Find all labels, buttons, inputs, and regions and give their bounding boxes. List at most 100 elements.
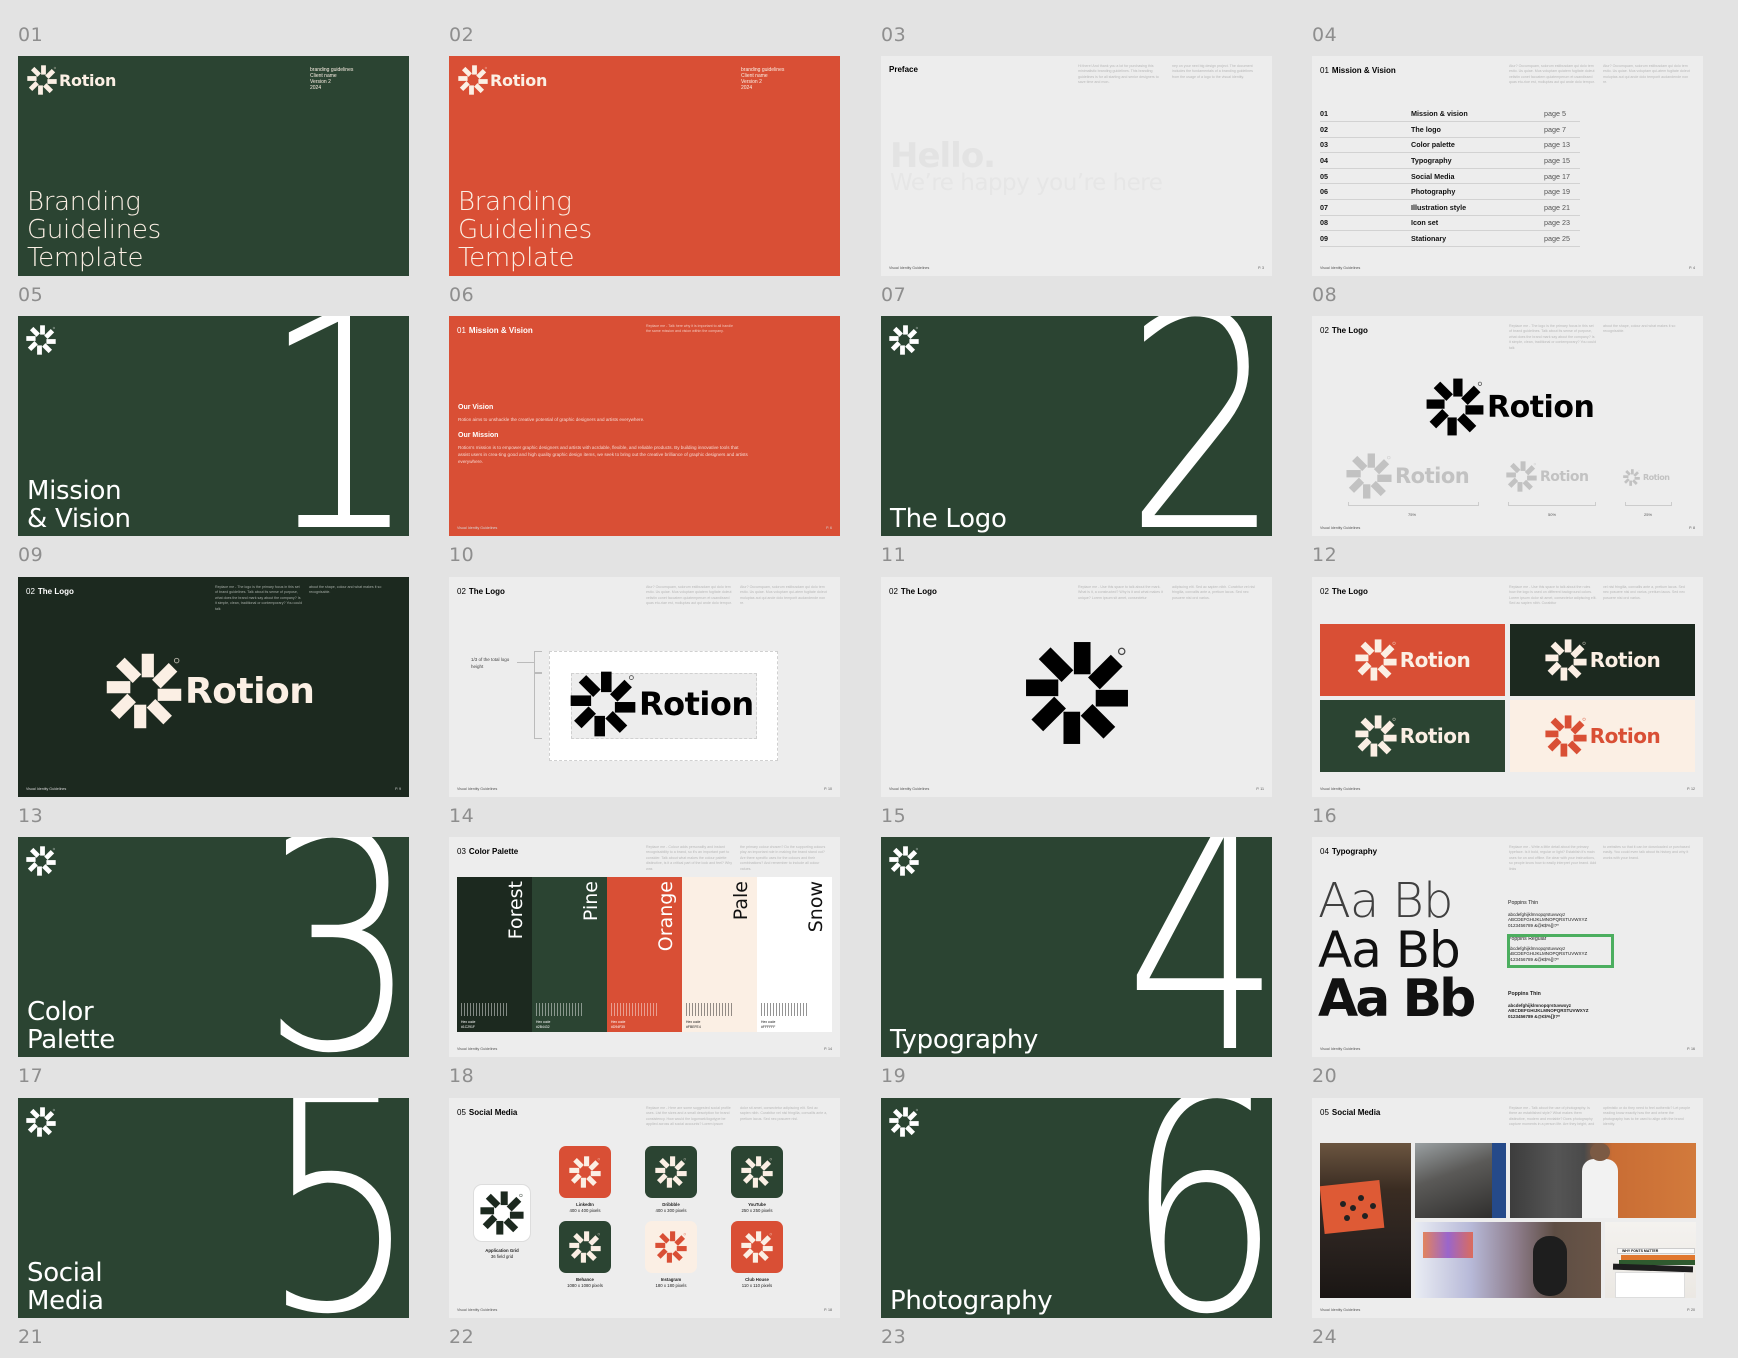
slide-footer: Visual Identity Guidelines <box>457 526 498 530</box>
toc-number: 01 <box>1320 106 1411 123</box>
title-line: Media <box>27 1286 104 1316</box>
slide-10-logo-clearspace[interactable]: 02 The Logo Atur? Occumquam, solorum esti… <box>449 577 840 797</box>
page-number: P. 9 <box>395 787 401 791</box>
hello-subtitle: We’re happy you’re here <box>890 170 1163 196</box>
slide-08-logo-scales[interactable]: 02 The Logo Replace me - The logo is the … <box>1312 316 1703 536</box>
hex-label: Hex code <box>761 1020 776 1025</box>
section-title: The Logo <box>890 505 1007 533</box>
slide-heading: 02 The Logo <box>889 587 937 596</box>
toc-title: The logo <box>1411 121 1544 138</box>
section-index: 02 <box>1320 326 1329 335</box>
photo-team-meeting <box>1415 1143 1506 1218</box>
profile-caption: YouTube 250 x 250 pixels <box>717 1202 797 1213</box>
slide-04-table-of-contents[interactable]: 01 Mission & Vision Atur? Occumquam, solo… <box>1312 56 1703 276</box>
toc-page: page 15 <box>1544 152 1580 169</box>
slide-overview-grid: 01 Rotion branding guidelines Client nam… <box>0 0 1738 1358</box>
scale-guide <box>1508 502 1596 506</box>
slide-18-social-media-icons[interactable]: 05 Social Media Replace me - Here are som… <box>449 1098 840 1318</box>
cover-title: Branding Guidelines Template <box>458 188 592 272</box>
slide-13-section-color[interactable]: 3 Color Palette <box>18 837 409 1057</box>
toc-number: 07 <box>1320 199 1411 216</box>
toc-row[interactable]: 03 Color palette page 13 <box>1320 137 1580 154</box>
slide-footer: Visual Identity Guidelines <box>457 1308 498 1312</box>
slide-11-logomark[interactable]: 02 The Logo Replace me - Use this space t… <box>881 577 1272 797</box>
logo-variant-pine: Rotion <box>1320 700 1505 772</box>
section-title: Color Palette <box>468 847 519 856</box>
slide-footer: Visual Identity Guidelines <box>1320 1308 1361 1312</box>
rotion-mark-icon <box>1355 639 1397 681</box>
vision-text: Rotion aims to unshackle the creative po… <box>458 417 645 422</box>
slide-number-label: 14 <box>449 805 475 827</box>
body-text-col1: Atur? Occumquam, solorum estibusdam qui … <box>646 585 732 606</box>
section-index: 05 <box>1320 1108 1329 1117</box>
toc-row[interactable]: 01 Mission & vision page 5 <box>1320 106 1580 123</box>
toc-page: page 5 <box>1544 106 1580 123</box>
slide-number-label: 21 <box>18 1326 44 1348</box>
section-title: The Logo <box>1331 326 1368 335</box>
brand-wordmark: Rotion <box>639 685 754 723</box>
selection-highlight-box[interactable] <box>1507 934 1614 968</box>
brand-logo: Rotion <box>458 65 547 95</box>
slide-12-logo-variants[interactable]: 02 The Logo Replace me - Use this space t… <box>1312 577 1703 797</box>
toc-page: page 13 <box>1544 137 1580 154</box>
slide-05-section-mission[interactable]: 1 Mission & Vision <box>18 316 409 536</box>
toc-row[interactable]: 08 Icon set page 23 <box>1320 215 1580 232</box>
rotion-mark-icon <box>1346 453 1392 499</box>
slide-heading: 01 Mission & Vision <box>457 326 533 335</box>
primary-logo: Rotion <box>1426 378 1595 436</box>
profile-size: 110 x 110 pixels <box>741 1282 773 1288</box>
toc-row[interactable]: 04 Typography page 15 <box>1320 152 1580 169</box>
profile-tile-club-house <box>731 1221 783 1273</box>
slide-03-preface[interactable]: Preface Hi there! And thank you a lot fo… <box>881 56 1272 276</box>
logo-variant-forest: Rotion <box>1510 624 1695 696</box>
slide-heading: 05 Social Media <box>457 1108 517 1117</box>
section-number: 4 <box>1124 837 1272 1057</box>
swatch-hex: Hex code #FFFFFF <box>761 1020 775 1029</box>
primary-logo: Rotion <box>570 671 754 737</box>
hex-value: #FBEFE4 <box>686 1024 701 1029</box>
slide-number-label: 10 <box>449 544 475 566</box>
section-index: 02 <box>1320 587 1329 596</box>
slide-09-logo-dark[interactable]: 02 The Logo Replace me - The logo is the … <box>18 577 409 797</box>
slide-heading: 05 Social Media <box>1320 1108 1380 1117</box>
toc-row[interactable]: 09 Stationary page 25 <box>1320 230 1580 247</box>
toc-row[interactable]: 05 Social Media page 17 <box>1320 168 1580 185</box>
slide-07-section-logo[interactable]: 2 The Logo <box>881 316 1272 536</box>
body-text-col1: Hi there! And thank you a lot for purcha… <box>1078 64 1159 85</box>
rotion-mark-icon <box>889 1107 919 1137</box>
slide-02-cover-orange[interactable]: Rotion branding guidelines Client name V… <box>449 56 840 276</box>
slide-17-section-social[interactable]: 5 Social Media <box>18 1098 409 1318</box>
slide-19-section-photography[interactable]: 6 Photography <box>881 1098 1272 1318</box>
slide-footer: Visual Identity Guidelines <box>1320 526 1361 530</box>
toc-page: page 19 <box>1544 183 1580 201</box>
swatch-hex: Hex code #FBEFE4 <box>686 1020 701 1029</box>
slide-01-cover-green[interactable]: Rotion branding guidelines Client name V… <box>18 56 409 276</box>
section-title: The Logo <box>468 587 505 596</box>
slide-number-label: 11 <box>881 544 907 566</box>
toc-row[interactable]: 02 The logo page 7 <box>1320 121 1580 138</box>
page-number: P. 12 <box>1687 787 1695 791</box>
section-index: 05 <box>457 1108 466 1117</box>
section-title: The Logo <box>37 587 74 596</box>
brand-wordmark: Rotion <box>1589 724 1661 748</box>
slide-06-mission-vision[interactable]: 01 Mission & Vision Replace me - Talk her… <box>449 316 840 536</box>
profile-caption: Instagram 180 x 180 pixels <box>631 1277 711 1288</box>
font-name: Poppins Thin <box>1508 991 1541 997</box>
title-line: Guidelines <box>458 215 592 245</box>
body-text-col1: Replace me - The logo is the primary foc… <box>215 585 303 611</box>
toc-table: 01 Mission & vision page 5 02 The logo page 7… <box>1320 106 1580 247</box>
section-number: 3 <box>261 837 409 1057</box>
toc-title: Color palette <box>1411 137 1544 154</box>
slide-16-typography[interactable]: 04 Typography Replace me - Write a little… <box>1312 837 1703 1057</box>
toc-page: page 25 <box>1544 230 1580 247</box>
body-text-col1: Replace me - Here are some suggested soc… <box>646 1106 731 1127</box>
slide-15-section-typography[interactable]: 4 Typography <box>881 837 1272 1057</box>
rotion-mark-icon <box>1026 642 1128 744</box>
profile-tile-youtube <box>731 1146 783 1198</box>
toc-row[interactable]: 07 Illustration style page 21 <box>1320 199 1580 216</box>
toc-row[interactable]: 06 Photography page 19 <box>1320 183 1580 201</box>
section-title: Social Media <box>27 1259 104 1315</box>
title-line: The Logo <box>890 504 1007 534</box>
slide-20-photography[interactable]: 05 Social Media Replace me - Talk about t… <box>1312 1098 1703 1318</box>
slide-14-color-palette[interactable]: 03 Color Palette Replace me - Colour adds… <box>449 837 840 1057</box>
